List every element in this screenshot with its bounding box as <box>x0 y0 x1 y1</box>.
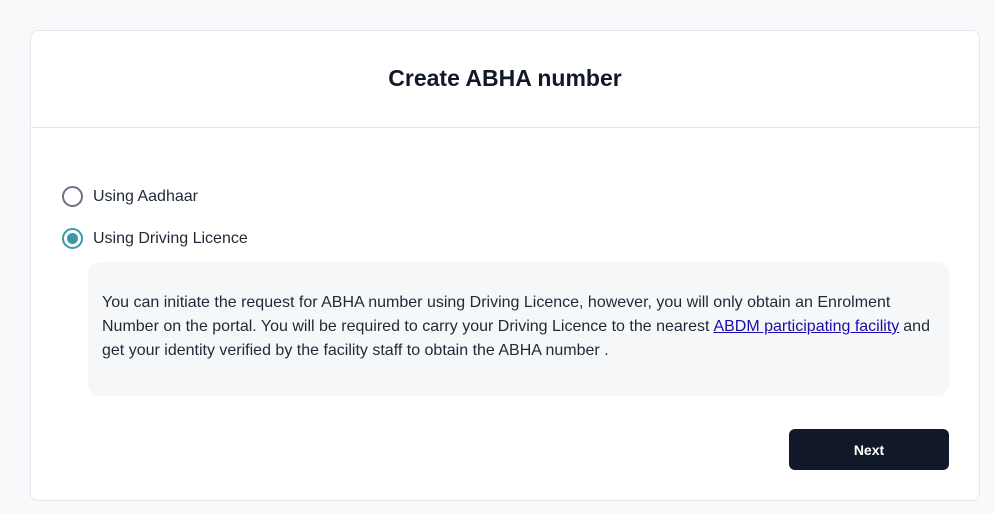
radio-driving-licence[interactable] <box>62 228 83 249</box>
radio-aadhaar[interactable] <box>62 186 83 207</box>
option-using-aadhaar[interactable]: Using Aadhaar <box>62 186 198 207</box>
next-button[interactable]: Next <box>789 429 949 470</box>
card-header: Create ABHA number <box>31 31 979 128</box>
abdm-facility-link[interactable]: ABDM participating facility <box>713 318 899 335</box>
option-using-driving-licence[interactable]: Using Driving Licence <box>62 228 248 249</box>
radio-selected-dot <box>67 233 78 244</box>
page-title: Create ABHA number <box>388 65 622 91</box>
create-abha-card: Create ABHA number Using Aadhaar Using D… <box>30 30 980 501</box>
driving-licence-info-box: You can initiate the request for ABHA nu… <box>88 262 949 396</box>
option-label-driving-licence: Using Driving Licence <box>93 229 248 247</box>
option-label-aadhaar: Using Aadhaar <box>93 187 198 205</box>
